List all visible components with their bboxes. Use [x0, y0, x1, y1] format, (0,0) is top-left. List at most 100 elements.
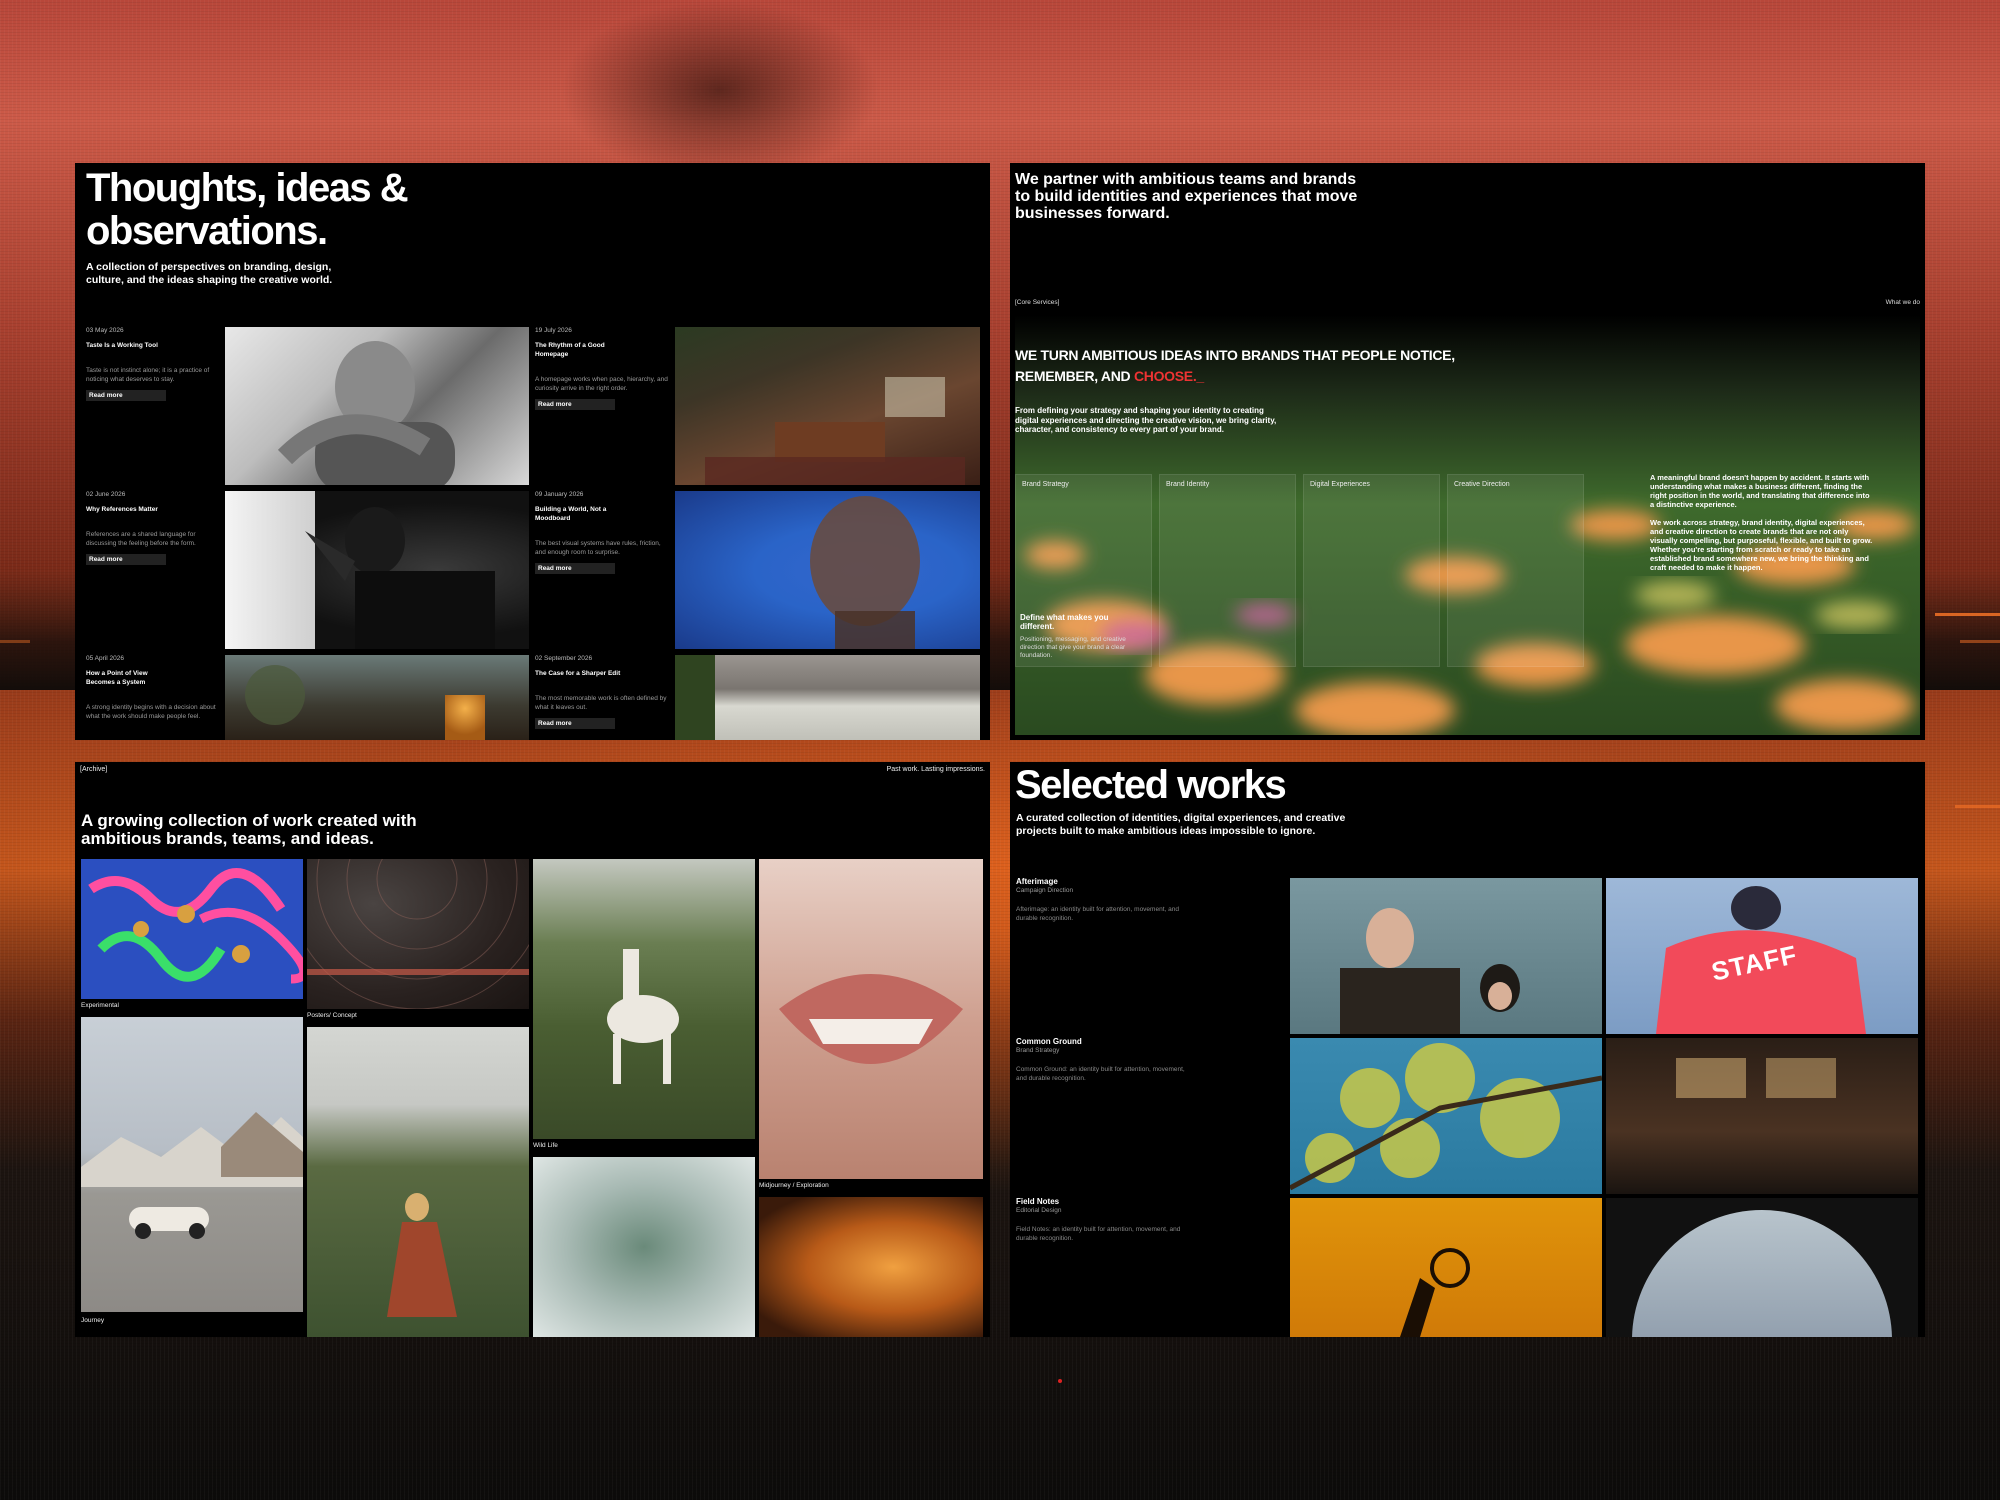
works-title: Selected works — [1015, 763, 1287, 807]
services-headline: WE TURN AMBITIOUS IDEAS INTO BRANDS THAT… — [1015, 345, 1485, 387]
read-more-button[interactable]: Read more — [86, 390, 166, 401]
post-image-blue-portrait[interactable] — [675, 491, 980, 649]
service-card-label: Digital Experiences — [1310, 481, 1370, 488]
archive-image-field-woman[interactable] — [307, 1027, 529, 1337]
post-date: 05 April 2026 — [86, 655, 124, 662]
post-image-sunglasses[interactable] — [225, 491, 529, 649]
background-light-streak — [1960, 640, 2000, 643]
service-card-digital-experiences[interactable]: Digital Experiences — [1303, 474, 1440, 667]
work-item[interactable]: Field Notes Editorial Design Field Notes… — [1016, 1197, 1196, 1243]
work-image-afterimage[interactable] — [1290, 878, 1602, 1034]
services-panel: We partner with ambitious teams and bran… — [1010, 163, 1925, 740]
drummer-silhouette — [1400, 1248, 1470, 1337]
service-card-creative-direction[interactable]: Creative Direction — [1447, 474, 1584, 667]
work-image-train[interactable] — [1606, 1038, 1918, 1194]
read-more-button[interactable]: Read more — [535, 718, 615, 729]
archive-image-lips[interactable] — [759, 859, 983, 1179]
works-panel: Selected works A curated collection of i… — [1010, 762, 1925, 1337]
post-date: 03 May 2026 — [86, 327, 124, 334]
archive-label: [Archive] — [80, 766, 108, 773]
work-description: Field Notes: an identity built for atten… — [1016, 1226, 1181, 1242]
background-light-streak — [1935, 613, 2000, 616]
post-date: 02 June 2026 — [86, 491, 126, 498]
services-description: From defining your strategy and shaping … — [1015, 406, 1277, 434]
archive-image-journey[interactable] — [81, 1017, 303, 1312]
work-description: Common Ground: an identity built for att… — [1016, 1066, 1185, 1082]
read-more-button[interactable]: Read more — [86, 554, 166, 565]
star-trails — [307, 859, 529, 1009]
work-name[interactable]: Afterimage — [1016, 877, 1196, 886]
headline-accent: CHOOSE._ — [1133, 368, 1204, 384]
work-name[interactable]: Field Notes — [1016, 1197, 1196, 1206]
portrait-figure — [277, 341, 455, 485]
archive-lead: A growing collection of work created wit… — [81, 811, 417, 848]
service-card-brand-identity[interactable]: Brand Identity — [1159, 474, 1296, 667]
service-card-label: Creative Direction — [1454, 481, 1510, 488]
post-image-portrait[interactable] — [225, 327, 529, 485]
work-image-tree[interactable] — [1290, 1038, 1602, 1194]
work-image-arch[interactable] — [1606, 1198, 1918, 1337]
journal-intro: A collection of perspectives on branding… — [86, 261, 333, 286]
headline-text: WE TURN AMBITIOUS IDEAS INTO BRANDS THAT… — [1015, 347, 1455, 384]
core-services-label: [Core Services] — [1015, 299, 1060, 306]
post-image-desk[interactable] — [675, 327, 980, 485]
work-description: Afterimage: an identity built for attent… — [1016, 906, 1179, 922]
service-detail-heading: Define what makes you different. — [1020, 613, 1109, 631]
post-title[interactable]: The Case for a Sharper Edit — [535, 669, 625, 678]
archive-caption: Midjourney / Exploration — [759, 1182, 829, 1189]
work-image-drum[interactable] — [1290, 1198, 1602, 1337]
work-type: Brand Strategy — [1016, 1047, 1060, 1054]
post-title[interactable]: How a Point of View Becomes a System — [86, 669, 176, 687]
post-image-interior[interactable] — [225, 655, 529, 740]
post-card[interactable]: 03 May 2026 Taste Is a Working Tool Tast… — [86, 327, 221, 402]
woman-in-field — [387, 1193, 457, 1317]
post-card[interactable]: 02 June 2026 Why References Matter Refer… — [86, 491, 221, 566]
background-red-dot — [1058, 1379, 1062, 1383]
work-item[interactable]: Afterimage Campaign Direction Afterimage… — [1016, 877, 1196, 923]
post-card[interactable]: 09 January 2026 Building a World, Not a … — [535, 491, 670, 575]
work-item[interactable]: Common Ground Brand Strategy Common Grou… — [1016, 1037, 1196, 1083]
archive-image-blur-plant[interactable] — [533, 1157, 755, 1337]
post-title[interactable]: Why References Matter — [86, 505, 176, 514]
lips — [779, 974, 963, 1064]
read-more-button[interactable]: Read more — [535, 563, 615, 574]
post-date: 09 January 2026 — [535, 491, 584, 498]
post-image-wall[interactable] — [675, 655, 980, 740]
archive-image-orange[interactable] — [759, 1197, 983, 1337]
llama — [607, 949, 679, 1084]
post-card[interactable]: 05 April 2026 How a Point of View Become… — [86, 655, 221, 721]
profile-silhouette — [810, 496, 920, 649]
post-excerpt: The most memorable work is often defined… — [535, 695, 667, 711]
read-more-button[interactable]: Read more — [535, 399, 615, 410]
services-paragraph: We work across strategy, brand identity,… — [1650, 518, 1873, 572]
post-title[interactable]: Building a World, Not a Moodboard — [535, 505, 625, 523]
work-image-staff[interactable]: STAFF — [1606, 878, 1918, 1034]
post-excerpt: Taste is not instinct alone; it is a pra… — [86, 367, 210, 383]
car-and-mountains — [81, 1112, 303, 1239]
archive-caption: Journey — [81, 1317, 105, 1324]
service-card-label: Brand Identity — [1166, 481, 1210, 488]
post-date: 19 July 2026 — [535, 327, 572, 334]
archive-tagline: Past work. Lasting impressions. — [886, 766, 985, 773]
service-detail-text: Positioning, messaging, and creative dir… — [1020, 636, 1126, 659]
post-card[interactable]: 19 July 2026 The Rhythm of a Good Homepa… — [535, 327, 670, 411]
figure-silhouette — [305, 507, 495, 649]
what-we-do-label: What we do — [1885, 299, 1920, 306]
post-excerpt: References are a shared language for dis… — [86, 531, 196, 547]
post-excerpt: A strong identity begins with a decision… — [86, 704, 216, 720]
services-lead: We partner with ambitious teams and bran… — [1015, 171, 1358, 222]
background-silhouette — [560, 0, 880, 180]
background-light-streak — [0, 640, 30, 643]
post-card[interactable]: 02 September 2026 The Case for a Sharper… — [535, 655, 670, 730]
services-paragraph: A meaningful brand doesn't happen by acc… — [1650, 473, 1870, 509]
work-name[interactable]: Common Ground — [1016, 1037, 1196, 1046]
post-title[interactable]: Taste Is a Working Tool — [86, 341, 176, 350]
archive-image-posters[interactable] — [307, 859, 529, 1009]
archive-panel: [Archive] Past work. Lasting impressions… — [75, 762, 990, 1337]
post-title[interactable]: The Rhythm of a Good Homepage — [535, 341, 625, 359]
archive-image-llama[interactable] — [533, 859, 755, 1139]
two-figures — [1340, 908, 1520, 1034]
service-card-label: Brand Strategy — [1022, 481, 1069, 488]
archive-image-experimental[interactable] — [81, 859, 303, 999]
journal-title: Thoughts, ideas & observations. — [86, 166, 409, 253]
